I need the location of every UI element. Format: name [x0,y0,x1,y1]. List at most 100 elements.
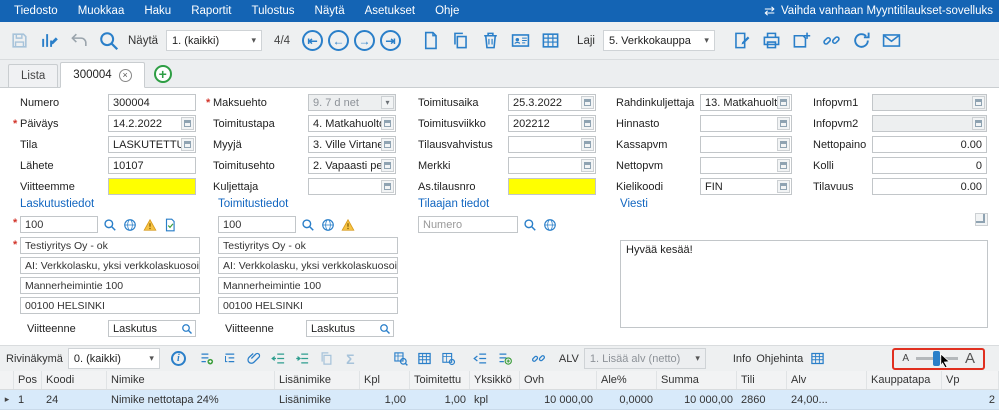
field-tila[interactable]: LASKUTETTU [108,136,196,153]
grid-cell[interactable]: 0,0000 [597,390,657,409]
field-nettopaino[interactable]: 0.00 [872,136,987,153]
field-kuljettaja[interactable] [308,178,396,195]
menu-item[interactable]: Raportit [181,0,241,22]
lookup-icon[interactable] [381,117,394,130]
close-icon[interactable]: × [119,69,132,82]
indent-row-icon[interactable] [293,349,312,368]
grid-cell[interactable]: 10 000,00 [520,390,597,409]
field-toimitustapa[interactable]: 4. Matkahuolto [308,115,396,132]
grid-cell[interactable]: 24 [42,390,107,409]
save-icon[interactable] [8,30,30,52]
add-row-icon[interactable] [495,349,514,368]
grid-cell[interactable]: 2 [942,390,999,409]
search-icon[interactable] [300,217,316,233]
menu-item[interactable]: Näytä [305,0,355,22]
search-icon[interactable] [379,323,391,335]
edit-chart-icon[interactable] [38,30,60,52]
contact-card-icon[interactable] [509,30,531,52]
lookup-icon[interactable] [581,138,594,151]
calendar-icon[interactable] [777,159,790,172]
billing-title[interactable]: Laskutustiedot [20,198,210,210]
attachment-icon[interactable] [245,349,264,368]
table-icon[interactable] [415,349,434,368]
table-zoom-icon[interactable] [439,349,458,368]
copy-rows-icon[interactable] [317,349,336,368]
table-icon[interactable] [808,349,827,368]
info-label[interactable]: Info [733,353,751,365]
lookup-icon[interactable] [181,138,194,151]
font-small-label[interactable]: A [902,353,909,364]
lookup-icon[interactable] [381,138,394,151]
undo-icon[interactable] [68,30,90,52]
grid-cell[interactable]: 1,00 [360,390,410,409]
grid-cell[interactable]: 24,00... [787,390,867,409]
grid-column-header[interactable]: Pos [14,371,42,389]
grid-column-header[interactable]: Kpl [360,371,410,389]
field-merkki[interactable] [508,157,596,174]
sum-icon[interactable]: Σ [341,349,360,368]
globe-icon[interactable] [122,217,138,233]
billing-city-field[interactable]: 00100 HELSINKI [20,297,200,314]
field-lahete[interactable]: 10107 [108,157,196,174]
field-tilausvahvistus[interactable] [508,136,596,153]
refresh-icon[interactable] [851,30,873,52]
search-icon[interactable] [102,217,118,233]
field-myyja[interactable]: 3. Ville Virtanen [308,136,396,153]
calendar-icon[interactable] [581,96,594,109]
switch-app-link[interactable]: ⇄ Vaihda vanhaan Myyntitilaukset-sovellu… [764,3,995,19]
link-icon[interactable] [821,30,843,52]
grid-column-header[interactable]: Ale% [597,371,657,389]
delivery-viitteenne-field[interactable]: Laskutus [306,320,394,337]
grid-column-header[interactable]: Nimike [107,371,275,389]
lookup-icon[interactable] [777,96,790,109]
insert-subrow-icon[interactable] [221,349,240,368]
menu-item[interactable]: Muokkaa [68,0,135,22]
delivery-street-field[interactable]: Mannerheimintie 100 [218,277,398,294]
field-nettopvm[interactable] [700,157,792,174]
delivery-title[interactable]: Toimitustiedot [218,198,408,210]
grid-column-header[interactable]: Summa [657,371,737,389]
delivery-einvoice-field[interactable]: AI: Verkkolasku, yksi verkkolaskuosoite [218,257,398,274]
menu-item[interactable]: Ohje [425,0,469,22]
billing-street-field[interactable]: Mannerheimintie 100 [20,277,200,294]
grid-column-header[interactable]: Vp [942,371,999,389]
grid-column-header[interactable]: Toimitettu [410,371,470,389]
billing-customer-field[interactable]: 100 [20,216,98,233]
tab-lista[interactable]: Lista [8,64,58,87]
field-kassapvm[interactable] [700,136,792,153]
nav-prev-icon[interactable]: ← [328,30,349,51]
grid-cell[interactable]: 10 000,00 [657,390,737,409]
lookup-icon[interactable] [777,117,790,130]
search-icon[interactable] [181,323,193,335]
nav-first-icon[interactable]: ⇤ [302,30,323,51]
document-check-icon[interactable] [162,217,178,233]
lookup-icon[interactable] [777,180,790,193]
grid-cell[interactable]: Lisänimike [275,390,360,409]
lookup-icon[interactable] [381,159,394,172]
billing-einvoice-field[interactable]: AI: Verkkolasku, yksi verkkolaskuosoite [20,257,200,274]
search-icon[interactable] [522,217,538,233]
billing-viitteenne-field[interactable]: Laskutus [108,320,196,337]
info-icon[interactable]: i [171,351,186,366]
grid-cell[interactable] [867,390,942,409]
grid-cell[interactable]: Nimike nettotapa 24% [107,390,275,409]
lookup-icon[interactable] [381,180,394,193]
field-viitteemme[interactable] [108,178,196,195]
grid-cell[interactable]: kpl [470,390,520,409]
grid-column-header[interactable]: Ovh [520,371,597,389]
print-icon[interactable] [761,30,783,52]
calendar-icon[interactable] [581,117,594,130]
rows-back-icon[interactable] [471,349,490,368]
laji-select[interactable]: 5. Verkkokauppa ▾ [603,30,715,51]
add-tab-button[interactable]: + [154,65,172,83]
message-textarea[interactable]: Hyvää kesää! [620,240,988,328]
font-large-label[interactable]: A [965,350,975,367]
field-toimitusviikko[interactable]: 202212 [508,115,596,132]
grid-cell[interactable]: 1,00 [410,390,470,409]
new-document-icon[interactable] [419,30,441,52]
note-icon[interactable] [731,30,753,52]
field-astilausnro[interactable] [508,178,596,195]
grid-column-header[interactable]: Lisänimike [275,371,360,389]
tab-record-300004[interactable]: 300004 × [60,62,144,88]
table-search-icon[interactable] [391,349,410,368]
